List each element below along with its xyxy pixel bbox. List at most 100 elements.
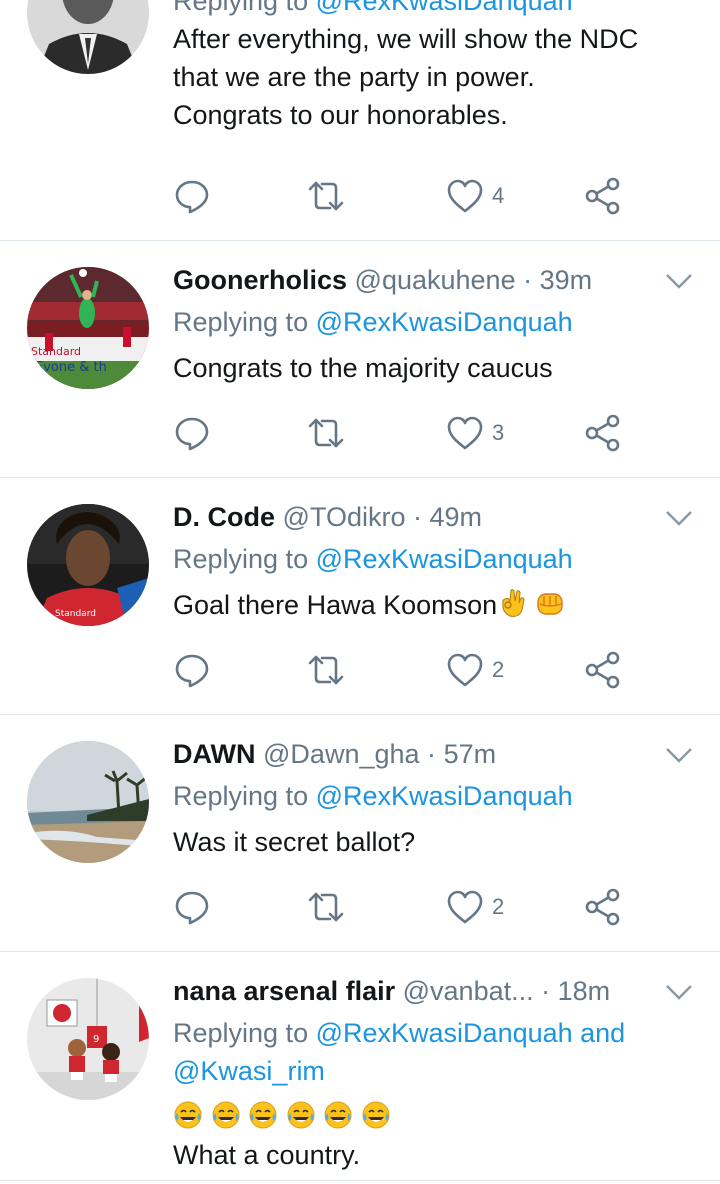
reply-prefix: Replying to — [173, 781, 309, 811]
tears-of-joy-emoji-icon — [323, 1100, 353, 1130]
retweet-button[interactable] — [306, 887, 346, 927]
tweet-text-line: After everything, we will show the NDC — [173, 24, 639, 54]
reply-mention-link[interactable]: @RexKwasiDanquah and — [316, 1018, 626, 1048]
reply-prefix: Replying to — [173, 0, 309, 16]
chevron-down-icon[interactable] — [664, 982, 694, 1002]
reply-button[interactable] — [173, 650, 211, 690]
reply-mention-link[interactable]: @RexKwasiDanquah — [316, 0, 573, 16]
football-stadium-photo-icon: Standard Evone & th — [27, 267, 149, 389]
beach-photo-icon — [27, 741, 149, 863]
separator-dot: · — [541, 976, 551, 1006]
like-button[interactable]: 4 — [446, 176, 504, 216]
svg-text:Evone & th: Evone & th — [35, 360, 107, 375]
tweet-text-line: Was it secret ballot? — [173, 827, 416, 857]
reply-mention-link[interactable]: @RexKwasiDanquah — [316, 781, 573, 811]
tweet[interactable]: Standard D. Code @TOdikro · 49m Replying… — [0, 478, 720, 714]
tweet[interactable]: Standard Evone & th Goonerholics @quakuh… — [0, 241, 720, 477]
reply-mention-link[interactable]: @RexKwasiDanquah — [316, 544, 573, 574]
reply-button[interactable] — [173, 176, 211, 216]
reply-button[interactable] — [173, 887, 211, 927]
share-button[interactable] — [583, 413, 623, 453]
tweet[interactable]: Replying to @RexKwasiDanquah After every… — [0, 0, 720, 240]
like-count: 2 — [492, 657, 505, 682]
reply-context: Replying to @RexKwasiDanquah — [173, 777, 690, 815]
reply-context: Replying to @RexKwasiDanquah — [173, 540, 690, 578]
user-handle[interactable]: @TOdikro — [283, 502, 406, 532]
display-name[interactable]: Goonerholics — [173, 265, 347, 295]
user-handle[interactable]: @quakuhene — [355, 265, 516, 295]
avatar[interactable]: 9 — [27, 978, 149, 1100]
chevron-down-icon[interactable] — [664, 271, 694, 291]
tweet-text-line: Congrats to the majority caucus — [173, 353, 553, 383]
heart-icon — [447, 416, 483, 450]
svg-text:9: 9 — [93, 1034, 99, 1045]
footballer-photo-icon: Standard — [27, 504, 149, 626]
tears-of-joy-emoji-icon — [173, 1100, 203, 1130]
reply-context: Replying to @RexKwasiDanquah and @Kwasi_… — [173, 1014, 690, 1090]
retweet-button[interactable] — [306, 176, 346, 216]
reply-prefix: Replying to — [173, 544, 309, 574]
reply-button[interactable] — [173, 413, 211, 453]
tweet-header: Goonerholics @quakuhene · 39m — [173, 261, 690, 299]
tears-of-joy-emoji-icon — [211, 1100, 241, 1130]
ok-hand-emoji-icon — [497, 588, 527, 618]
avatar[interactable]: Standard — [27, 504, 149, 626]
like-count: 2 — [492, 894, 505, 919]
like-count: 3 — [492, 420, 505, 445]
tweet[interactable]: 9 nana arsenal flair @vanbat... · 18m Re… — [0, 952, 720, 1184]
tweet-text: Goal there Hawa Koomson — [173, 586, 690, 624]
tears-of-joy-emoji-icon — [361, 1100, 391, 1130]
chevron-down-icon[interactable] — [664, 508, 694, 528]
tweet-text: Congrats to the majority caucus — [173, 349, 690, 387]
share-icon — [585, 414, 620, 452]
retweet-icon — [308, 418, 344, 448]
tweet-text-line: What a country. — [173, 1140, 361, 1170]
timestamp: 39m — [539, 265, 593, 295]
like-button[interactable]: 2 — [446, 650, 504, 690]
share-icon — [585, 888, 620, 926]
tweet-text: What a country. — [173, 1098, 690, 1174]
user-handle[interactable]: @vanbat... — [403, 976, 534, 1006]
reply-mention-link[interactable]: @RexKwasiDanquah — [316, 307, 573, 337]
reply-icon — [175, 180, 209, 214]
retweet-button[interactable] — [306, 413, 346, 453]
like-count: 4 — [492, 183, 505, 208]
tweet-header: DAWN @Dawn_gha · 57m — [173, 735, 690, 773]
timestamp: 49m — [429, 502, 483, 532]
like-button[interactable]: 2 — [446, 887, 504, 927]
retweet-icon — [308, 181, 344, 211]
svg-text:Standard: Standard — [31, 345, 81, 358]
timestamp: 57m — [443, 739, 497, 769]
reply-icon — [175, 417, 209, 451]
display-name[interactable]: nana arsenal flair — [173, 976, 395, 1006]
heart-icon — [447, 179, 483, 213]
share-button[interactable] — [583, 650, 623, 690]
avatar[interactable] — [27, 741, 149, 863]
reply-prefix: Replying to — [173, 1018, 309, 1048]
tweet-actions: 2 — [173, 887, 673, 927]
share-button[interactable] — [583, 887, 623, 927]
avatar[interactable] — [27, 0, 149, 74]
tweet[interactable]: DAWN @Dawn_gha · 57m Replying to @RexKwa… — [0, 715, 720, 951]
reply-icon — [175, 891, 209, 925]
reply-mention-link[interactable]: @Kwasi_rim — [173, 1052, 690, 1090]
like-button[interactable]: 3 — [446, 413, 504, 453]
display-name[interactable]: DAWN — [173, 739, 256, 769]
separator-dot: · — [412, 502, 422, 532]
tweet-text-line: Goal there Hawa Koomson — [173, 590, 498, 620]
reply-timeline: Replying to @RexKwasiDanquah After every… — [0, 0, 720, 1184]
retweet-button[interactable] — [306, 650, 346, 690]
tweet-header: D. Code @TOdikro · 49m — [173, 498, 690, 536]
share-icon — [585, 651, 620, 689]
separator-dot: · — [427, 739, 437, 769]
avatar[interactable]: Standard Evone & th — [27, 267, 149, 389]
tears-of-joy-emoji-icon — [248, 1100, 278, 1130]
divider — [0, 1180, 720, 1181]
user-handle[interactable]: @Dawn_gha — [263, 739, 420, 769]
share-button[interactable] — [583, 176, 623, 216]
display-name[interactable]: D. Code — [173, 502, 275, 532]
chevron-down-icon[interactable] — [664, 745, 694, 765]
separator-dot: · — [523, 265, 533, 295]
svg-text:Standard: Standard — [55, 609, 96, 619]
tweet-header: nana arsenal flair @vanbat... · 18m — [173, 972, 690, 1010]
